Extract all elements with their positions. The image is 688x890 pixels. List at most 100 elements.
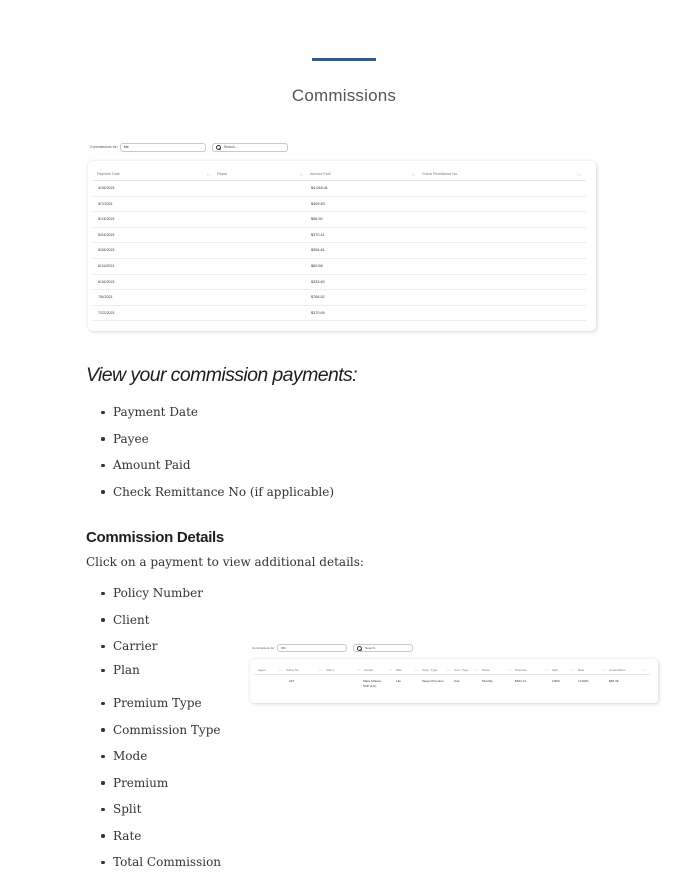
commission-detail-screenshot: Commissions for: Wh Search... Agent ↑↓ Pol…	[248, 642, 663, 706]
list-item: Client	[86, 612, 221, 639]
commissions-for-input[interactable]: Me	[119, 142, 206, 152]
column-header-policy-no[interactable]: Policy No.	[286, 668, 300, 672]
table-header: Payment Date ↑↓ Payee ↑↓ Amount Paid ↑↓ …	[93, 169, 586, 181]
list-item: Rate	[86, 828, 221, 855]
sort-icon[interactable]: ↑↓	[389, 668, 392, 672]
list-item: Mode	[86, 748, 221, 775]
page-title: Commissions	[291, 86, 397, 105]
sort-icon[interactable]: ↑↓	[508, 668, 511, 672]
list-item: Premium	[86, 775, 221, 802]
cell-date: 5/28/2021	[98, 248, 115, 253]
cell-amount: $409.83	[311, 201, 325, 206]
sort-icon[interactable]: ↑↓	[475, 668, 478, 672]
detail-fields-list: Policy Number Client Carrier Plan Premiu…	[86, 585, 221, 881]
sort-icon[interactable]: ↑↓	[279, 668, 282, 672]
table-row[interactable]: 6/16/2021 $333.60	[93, 275, 586, 291]
column-header-premium[interactable]: Premium	[515, 668, 527, 672]
title-accent-bar	[312, 58, 376, 61]
column-header-commission[interactable]: Commission	[609, 668, 626, 672]
list-item: Premium Type	[86, 695, 221, 722]
search-placeholder: Search...	[365, 646, 378, 650]
column-header-rate[interactable]: Rate	[578, 668, 584, 672]
column-header-check-remittance[interactable]: Check Remittance No.	[422, 172, 458, 176]
column-header-agent[interactable]: Agent	[258, 668, 266, 672]
cell-amount: $370.41	[311, 232, 325, 237]
table-row[interactable]: 6/11/2021 $60.58	[93, 259, 586, 275]
table-header: Agent ↑↓ Policy No. ↑↓ Client ↑↓ Carrier ↑↓ Plan…	[254, 665, 650, 675]
sort-icon[interactable]: ↑↓	[299, 172, 303, 177]
sort-icon[interactable]: ↑↓	[415, 668, 418, 672]
cell-com-type: Ovk	[454, 679, 460, 683]
search-icon	[215, 144, 221, 150]
search-icon	[357, 645, 363, 651]
sort-icon[interactable]: ↑↓	[357, 668, 360, 672]
payments-table: Payment Date ↑↓ Payee ↑↓ Amount Paid ↑↓ …	[88, 161, 596, 331]
cell-date: 4/16/2021	[98, 186, 115, 190]
column-header-com-type[interactable]: Com. Type	[454, 668, 468, 672]
list-item: Commission Type	[86, 722, 221, 749]
search-placeholder: Search...	[223, 145, 239, 149]
cell-amount: $394.61	[311, 248, 325, 253]
sort-icon[interactable]: ↑↓	[643, 668, 646, 672]
cell-amount: $768.52	[311, 295, 325, 300]
commissions-for-label: Commissions for:	[252, 646, 276, 650]
list-item: Amount Paid	[86, 457, 334, 484]
section-heading-payments: View your commission payments:	[86, 364, 358, 386]
cell-date: 6/11/2021	[98, 264, 115, 268]
list-item: Plan	[86, 662, 221, 695]
list-item: Split	[86, 801, 221, 828]
cell-split: 100%	[552, 679, 560, 683]
table-row[interactable]: 5/28/2021 $394.61	[93, 243, 586, 259]
column-header-client[interactable]: Client	[326, 668, 334, 672]
column-header-amount-paid[interactable]: Amount Paid	[310, 172, 331, 176]
cell-date: 6/16/2021	[98, 279, 115, 284]
table-row[interactable]: 5/13/2021 $56.30	[93, 212, 586, 228]
table-row[interactable]: 4/16/2021 $4,048.31	[93, 181, 586, 197]
cell-amount: $60.58	[311, 264, 323, 268]
cell-rate: 13.00%	[578, 679, 589, 683]
column-header-carrier[interactable]: Carrier	[364, 668, 373, 672]
table-row[interactable]: 5/24/2021 $370.41	[93, 228, 586, 244]
column-header-payee[interactable]: Payee	[217, 172, 227, 176]
commission-detail-table: Agent ↑↓ Policy No. ↑↓ Client ↑↓ Carrier ↑↓ Plan…	[250, 659, 658, 703]
sort-icon[interactable]: ↑↓	[577, 172, 581, 177]
sort-icon[interactable]: ↑↓	[571, 668, 574, 672]
cell-plan: Life	[396, 679, 401, 683]
commissions-for-value: Wh	[281, 646, 286, 650]
list-item: Payment Date	[86, 404, 334, 431]
list-item: Policy Number	[86, 585, 221, 612]
cell-amount: $370.69	[311, 310, 325, 315]
table-row[interactable]: 7/6/2021 $768.52	[93, 290, 586, 306]
section-heading-details: Commission Details	[86, 529, 224, 546]
cell-commission: $56.36	[609, 679, 619, 683]
cell-amount: $56.30	[311, 217, 323, 222]
commissions-for-input[interactable]: Wh	[277, 644, 348, 652]
cell-date: 7/6/2021	[98, 295, 113, 300]
sort-icon[interactable]: ↑↓	[447, 668, 450, 672]
payments-screenshot: Commissions for: Me Search... Payment Da…	[86, 141, 598, 335]
sort-icon[interactable]: ↑↓	[545, 668, 548, 672]
list-item: Total Commission	[86, 854, 221, 881]
cell-date: 5/13/2021	[98, 217, 115, 222]
column-header-plan[interactable]: Plan	[396, 668, 402, 672]
column-header-split[interactable]: Split	[552, 668, 558, 672]
cell-date: 7/22/2021	[98, 310, 115, 315]
sort-icon[interactable]: ↑↓	[602, 668, 605, 672]
filter-bar: Commissions for: Wh Search...	[248, 642, 414, 654]
table-row[interactable]: 227 Mass Mutual - SUP (LG) Life Target Pr…	[254, 677, 650, 695]
sort-icon[interactable]: ↑↓	[411, 172, 415, 177]
column-header-mode[interactable]: Mode	[482, 668, 490, 672]
sort-ascending-icon[interactable]: ↑↓	[206, 172, 210, 177]
cell-amount: $4,048.31	[311, 186, 328, 190]
cell-policy-no: 227	[289, 679, 295, 683]
table-row[interactable]: 5/7/2021 $409.83	[93, 197, 586, 213]
cell-date: 5/24/2021	[98, 232, 115, 237]
table-row[interactable]: 7/22/2021 $370.69	[93, 306, 586, 322]
column-header-payment-date[interactable]: Payment Date	[97, 172, 120, 176]
search-input[interactable]: Search...	[353, 644, 414, 652]
commissions-for-value: Me	[123, 145, 129, 149]
search-input[interactable]: Search...	[211, 142, 288, 152]
column-header-prem-type[interactable]: Prem. Type	[422, 668, 437, 672]
sort-icon[interactable]: ↑↓	[319, 668, 322, 672]
list-item: Carrier	[86, 638, 221, 662]
